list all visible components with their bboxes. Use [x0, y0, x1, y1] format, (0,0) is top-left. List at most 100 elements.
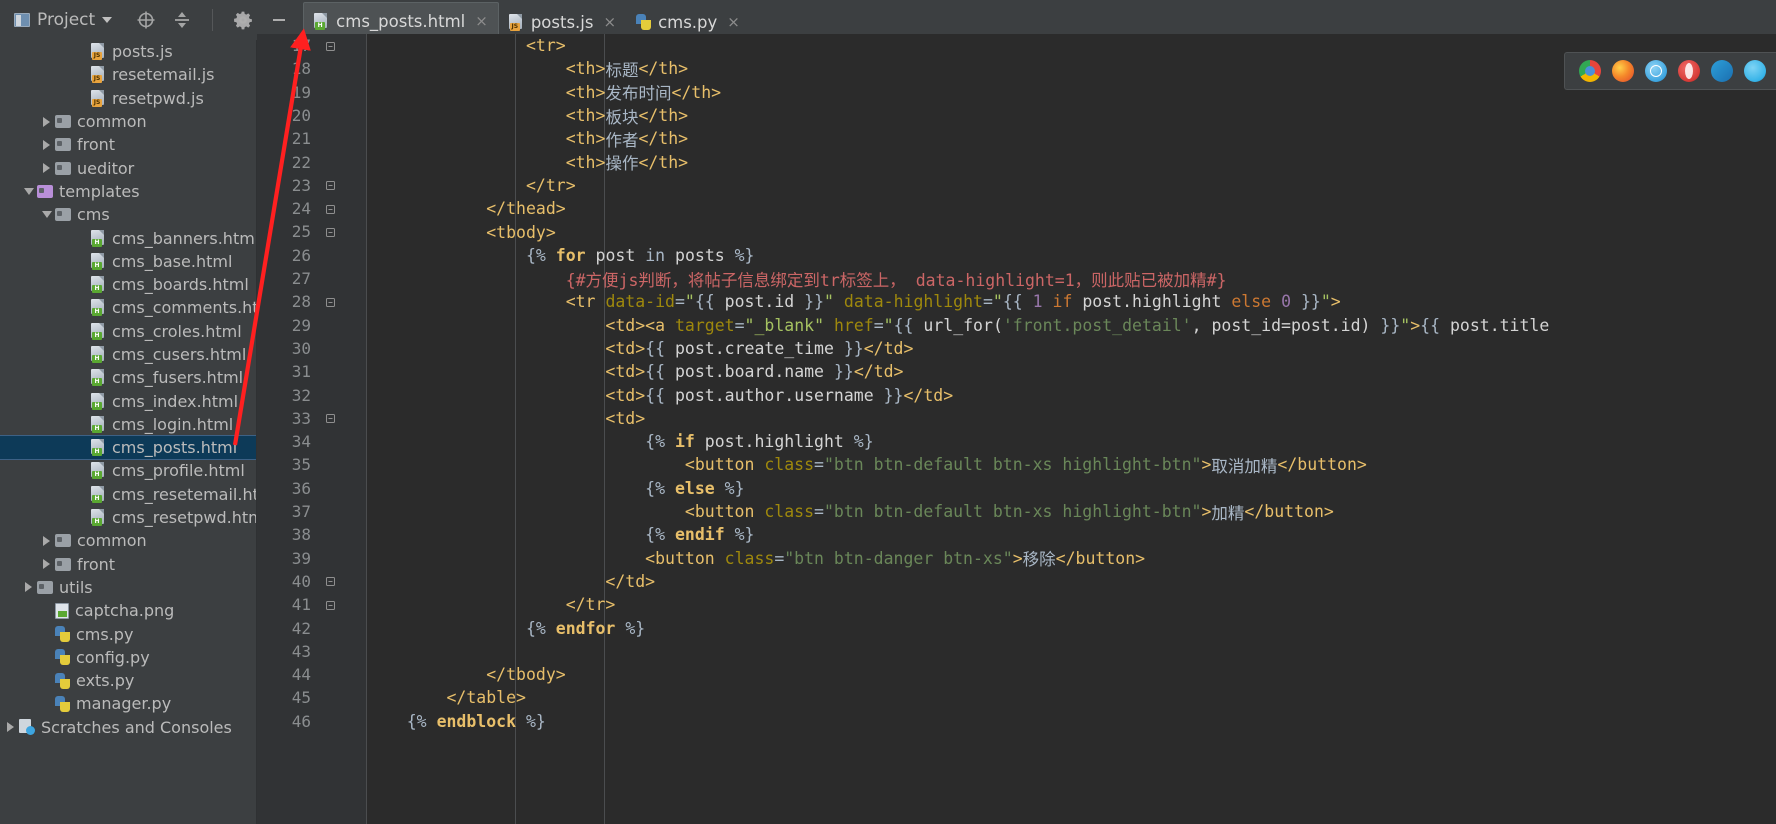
- code-editor[interactable]: <tr> <th> 标题 </th> <th> 发布时间 </th> <th> 板块 </t…: [257, 34, 1776, 824]
- firefox-icon[interactable]: [1612, 60, 1634, 82]
- folder-icon: [55, 557, 71, 571]
- code-token: </tr>: [525, 175, 576, 195]
- tree-item-front[interactable]: front: [0, 553, 256, 576]
- tree-item-cms-banners-html[interactable]: Hcms_banners.html: [0, 226, 256, 249]
- opera-icon[interactable]: [1678, 60, 1700, 82]
- chevron-down-icon[interactable]: [20, 187, 37, 195]
- edge-icon[interactable]: [1711, 60, 1733, 82]
- chevron-right-icon[interactable]: [38, 116, 55, 127]
- line-number: 28: [291, 292, 311, 312]
- code-token: <th>: [565, 59, 606, 79]
- ie-icon[interactable]: [1744, 60, 1766, 82]
- line-number: 39: [291, 548, 311, 568]
- code-fold-icon[interactable]: [323, 407, 337, 430]
- tab-label: cms_posts.html: [336, 12, 466, 31]
- tree-item-config-py[interactable]: config.py: [0, 646, 256, 669]
- tree-item-captcha-png[interactable]: captcha.png: [0, 599, 256, 622]
- folder-icon: [37, 580, 53, 594]
- tree-item-manager-py[interactable]: manager.py: [0, 692, 256, 715]
- line-number: 31: [291, 362, 311, 382]
- locate-icon[interactable]: [136, 10, 156, 30]
- open-in-browser-toolbar: [1564, 52, 1776, 90]
- safari-icon[interactable]: [1645, 60, 1667, 82]
- tree-item-cms-profile-html[interactable]: Hcms_profile.html: [0, 459, 256, 482]
- code-token: {{: [645, 362, 666, 382]
- tree-item-cms-fusers-html[interactable]: Hcms_fusers.html: [0, 366, 256, 389]
- code-fold-icon[interactable]: [323, 570, 337, 593]
- tree-item-cms-cusers-html[interactable]: Hcms_cusers.html: [0, 343, 256, 366]
- js-file-icon: JS: [508, 13, 524, 31]
- code-token: post.board.name: [674, 362, 824, 382]
- close-icon[interactable]: ×: [603, 14, 616, 30]
- line-number: 33: [291, 408, 311, 428]
- tree-item-cms-index-html[interactable]: Hcms_index.html: [0, 389, 256, 412]
- code-fold-icon[interactable]: [323, 197, 337, 220]
- tree-item-cms-boards-html[interactable]: Hcms_boards.html: [0, 273, 256, 296]
- tab-label: cms.py: [658, 12, 718, 32]
- tree-item-utils[interactable]: utils: [0, 576, 256, 599]
- collapse-all-icon[interactable]: [172, 10, 192, 30]
- code-token: </th>: [638, 106, 689, 126]
- chevron-right-icon[interactable]: [38, 139, 55, 150]
- code-fold-icon[interactable]: [323, 174, 337, 197]
- close-icon[interactable]: ×: [475, 14, 488, 29]
- code-token: <button: [684, 455, 755, 475]
- code-token: endfor: [555, 618, 616, 638]
- tree-item-cms-resetemail-html[interactable]: Hcms_resetemail.html: [0, 483, 256, 506]
- chevron-right-icon[interactable]: [38, 559, 55, 570]
- tree-item-resetemail-js[interactable]: JS resetemail.js: [0, 63, 256, 86]
- line-number: 20: [291, 105, 311, 125]
- tree-item-cms-comments-html[interactable]: Hcms_comments.html: [0, 296, 256, 319]
- project-tree-panel[interactable]: JS posts.js JS resetemail.js JS resetpwd.js co…: [0, 40, 257, 824]
- chevron-right-icon[interactable]: [38, 163, 55, 174]
- tree-item-exts-py[interactable]: exts.py: [0, 669, 256, 692]
- chrome-icon[interactable]: [1579, 60, 1601, 82]
- hide-panel-icon[interactable]: [269, 10, 289, 30]
- chevron-right-icon[interactable]: [38, 535, 55, 546]
- code-line: </thead>: [367, 197, 1776, 220]
- tree-item-cms-resetpwd-html[interactable]: Hcms_resetpwd.html: [0, 506, 256, 529]
- tree-item-ueditor[interactable]: ueditor: [0, 156, 256, 179]
- code-fold-icon[interactable]: [323, 34, 337, 57]
- tree-item-resetpwd-js[interactable]: JS resetpwd.js: [0, 87, 256, 110]
- chevron-right-icon[interactable]: [20, 582, 37, 593]
- tree-item-cms-login-html[interactable]: Hcms_login.html: [0, 413, 256, 436]
- gear-icon[interactable]: [233, 10, 253, 30]
- close-icon[interactable]: ×: [727, 14, 740, 30]
- code-token: </button>: [1055, 548, 1146, 568]
- code-token: post.id: [724, 292, 795, 312]
- chevron-right-icon[interactable]: [2, 722, 19, 733]
- tree-item-templates[interactable]: templates: [0, 180, 256, 203]
- tree-item-front[interactable]: front: [0, 133, 256, 156]
- code-token: 0: [1281, 292, 1291, 312]
- tree-item-label: manager.py: [76, 694, 172, 714]
- code-token: <th>: [565, 82, 606, 102]
- tree-item-common[interactable]: common: [0, 110, 256, 133]
- html-file-icon: H: [91, 346, 106, 363]
- code-token: {%: [645, 432, 666, 452]
- tree-item-common[interactable]: common: [0, 529, 256, 552]
- tree-item-cms-base-html[interactable]: Hcms_base.html: [0, 250, 256, 273]
- code-fold-icon[interactable]: [323, 290, 337, 313]
- tree-item-scratches-and-consoles[interactable]: Scratches and Consoles: [0, 716, 256, 739]
- tree-item-cms-posts-html[interactable]: Hcms_posts.html: [0, 435, 256, 461]
- code-token: </td>: [903, 385, 954, 405]
- code-token: }}: [833, 362, 854, 382]
- project-dropdown-button[interactable]: Project: [0, 0, 122, 40]
- tree-item-cms[interactable]: cms: [0, 203, 256, 226]
- tree-item-posts-js[interactable]: JS posts.js: [0, 40, 256, 63]
- tree-item-cms-croles-html[interactable]: Hcms_croles.html: [0, 320, 256, 343]
- code-token: </th>: [638, 59, 689, 79]
- code-fold-icon[interactable]: [323, 220, 337, 243]
- tree-item-cms-py[interactable]: cms.py: [0, 622, 256, 645]
- chevron-down-icon[interactable]: [38, 211, 55, 219]
- code-token: 取消加精: [1211, 457, 1278, 476]
- code-fold-icon[interactable]: [323, 593, 337, 616]
- tree-item-label: ueditor: [77, 158, 135, 178]
